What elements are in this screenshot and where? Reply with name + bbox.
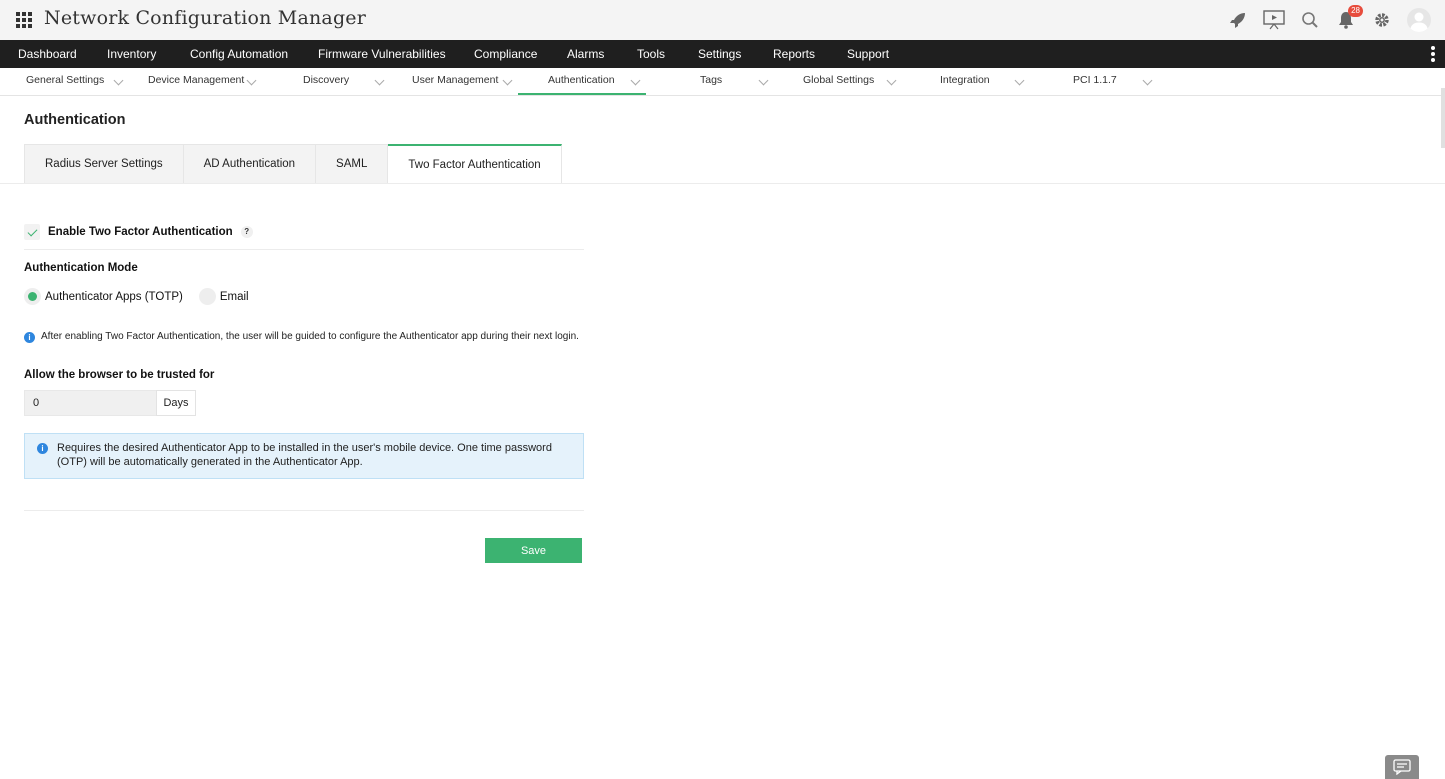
nav-dashboard[interactable]: Dashboard — [18, 40, 77, 68]
divider — [24, 510, 584, 511]
auth-mode-label: Authentication Mode — [24, 262, 138, 274]
chevron-down-icon[interactable] — [1142, 75, 1153, 86]
user-avatar-icon[interactable] — [1407, 8, 1431, 32]
radio-email[interactable]: Email — [198, 288, 249, 305]
checkmark-icon — [27, 226, 37, 236]
totp-note: i After enabling Two Factor Authenticatio… — [24, 329, 584, 345]
trust-browser-label: Allow the browser to be trusted for — [24, 369, 215, 381]
help-icon[interactable]: ? — [240, 226, 253, 238]
chevron-down-icon[interactable] — [374, 75, 385, 86]
top-bar: Network Configuration Manager 28 — [0, 0, 1445, 40]
bell-icon[interactable]: 28 — [1335, 5, 1363, 31]
nav-settings[interactable]: Settings — [698, 40, 741, 68]
tab-radius-server-settings[interactable]: Radius Server Settings — [24, 144, 184, 184]
app-title: Network Configuration Manager — [44, 7, 367, 29]
subnav-integration[interactable]: Integration — [940, 68, 990, 96]
save-button[interactable]: Save — [485, 538, 582, 563]
auth-mode-radio-group: Authenticator Apps (TOTP) Email — [24, 288, 265, 305]
auth-tabs: Radius Server Settings AD Authentication… — [24, 144, 562, 184]
radio-email-label: Email — [219, 290, 249, 303]
radio-totp-label: Authenticator Apps (TOTP) — [45, 290, 183, 303]
chat-icon[interactable] — [1385, 755, 1419, 779]
chevron-down-icon[interactable] — [630, 75, 641, 86]
authenticator-info-text: Requires the desired Authenticator App t… — [57, 442, 552, 468]
radio-button-unselected[interactable] — [198, 288, 216, 305]
authenticator-info-box: i Requires the desired Authenticator App… — [24, 433, 584, 479]
tab-two-factor-authentication[interactable]: Two Factor Authentication — [388, 144, 562, 184]
nav-tools[interactable]: Tools — [637, 40, 665, 68]
days-unit-label: Days — [156, 390, 196, 416]
chevron-down-icon[interactable] — [1014, 75, 1025, 86]
chevron-down-icon[interactable] — [113, 75, 124, 86]
subnav-general-settings[interactable]: General Settings — [26, 68, 104, 96]
enable-2fa-label: Enable Two Factor Authentication — [48, 226, 233, 238]
tabs-divider — [0, 183, 1445, 184]
enable-2fa-row: Enable Two Factor Authentication ? — [24, 224, 253, 240]
page-title: Authentication — [24, 112, 126, 128]
subnav-active-indicator — [518, 93, 646, 95]
nav-config-automation[interactable]: Config Automation — [190, 40, 288, 68]
nav-firmware-vulnerabilities[interactable]: Firmware Vulnerabilities — [318, 40, 446, 68]
enable-2fa-checkbox[interactable] — [24, 224, 40, 240]
radio-button-selected[interactable] — [24, 288, 41, 305]
chevron-down-icon[interactable] — [246, 75, 257, 86]
nav-support[interactable]: Support — [847, 40, 889, 68]
main-nav: Dashboard Inventory Config Automation Fi… — [0, 40, 1445, 68]
notification-badge: 28 — [1348, 5, 1363, 17]
trust-days-input[interactable] — [24, 390, 157, 416]
tab-saml[interactable]: SAML — [316, 144, 389, 184]
subnav-pci[interactable]: PCI 1.1.7 — [1073, 68, 1117, 96]
radio-totp[interactable]: Authenticator Apps (TOTP) — [24, 288, 183, 305]
info-icon: i — [37, 443, 48, 454]
presentation-icon[interactable] — [1263, 9, 1285, 31]
subnav-device-management[interactable]: Device Management — [148, 68, 244, 96]
subnav-discovery[interactable]: Discovery — [303, 68, 349, 96]
info-icon: i — [24, 332, 35, 343]
search-icon[interactable] — [1299, 9, 1321, 31]
nav-compliance[interactable]: Compliance — [474, 40, 537, 68]
subnav-authentication[interactable]: Authentication — [548, 68, 615, 96]
subnav-tags[interactable]: Tags — [700, 68, 722, 96]
rocket-icon[interactable] — [1227, 9, 1249, 31]
subnav-global-settings[interactable]: Global Settings — [803, 68, 874, 96]
subnav-user-management[interactable]: User Management — [412, 68, 498, 96]
app-grid-icon[interactable] — [16, 12, 32, 28]
kebab-menu-icon[interactable] — [1431, 46, 1435, 62]
sub-nav: General Settings Device Management Disco… — [0, 68, 1445, 96]
totp-note-text: After enabling Two Factor Authentication… — [41, 331, 579, 342]
page-scrollbar[interactable] — [1441, 88, 1445, 148]
gear-icon[interactable] — [1371, 9, 1393, 31]
divider — [24, 249, 584, 250]
chevron-down-icon[interactable] — [502, 75, 513, 86]
nav-inventory[interactable]: Inventory — [107, 40, 156, 68]
tab-ad-authentication[interactable]: AD Authentication — [183, 144, 317, 184]
top-icons: 28 — [1227, 5, 1431, 32]
chevron-down-icon[interactable] — [886, 75, 897, 86]
chevron-down-icon[interactable] — [758, 75, 769, 86]
nav-reports[interactable]: Reports — [773, 40, 815, 68]
nav-alarms[interactable]: Alarms — [567, 40, 604, 68]
